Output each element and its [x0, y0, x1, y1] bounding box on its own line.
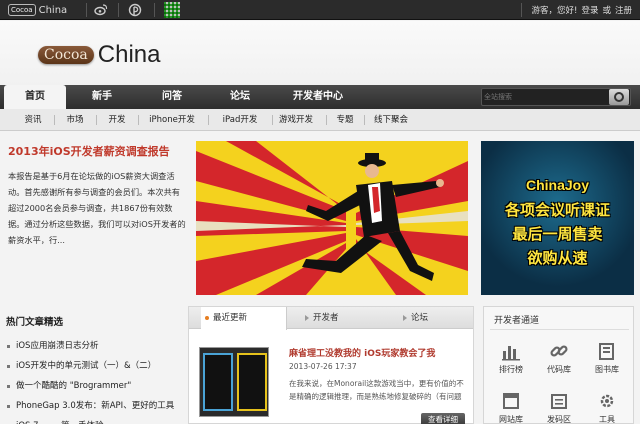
triangle-right-icon: [403, 315, 407, 321]
subnav-dev[interactable]: 开发: [100, 109, 134, 131]
gear-icon: [597, 391, 617, 411]
search-input[interactable]: [484, 90, 604, 104]
list-item[interactable]: iOS 7 —— 第一手体验: [4, 416, 182, 424]
link-icon: [549, 341, 569, 361]
subnav-market[interactable]: 市场: [58, 109, 92, 131]
news-title[interactable]: 麻省理工没教我的 iOS玩家教会了我: [289, 346, 435, 359]
dev-tools-label: 工具: [599, 415, 615, 424]
subnav-divider: [96, 115, 97, 125]
search-icon[interactable]: [609, 89, 629, 105]
running-man-illustration: [196, 141, 468, 295]
hot-articles-list: iOS应用崩溃日志分析 iOS开发中的单元测试（一）&（二） 做一个酷酷的 "B…: [4, 336, 182, 424]
featured-article-title[interactable]: 2013年iOS开发者薪资调查报告: [8, 143, 170, 159]
dev-rankings[interactable]: 排行榜: [492, 341, 530, 381]
dev-rankings-label: 排行榜: [499, 365, 523, 374]
game-screenshot-blue: [203, 353, 233, 411]
logo-cocoa: Cocoa: [38, 46, 94, 64]
tab-forum[interactable]: 论坛: [399, 307, 469, 329]
tab-latest-label: 最近更新: [213, 313, 248, 323]
dev-tools[interactable]: 工具: [588, 391, 626, 424]
subnav-game-dev[interactable]: 游戏开发: [272, 109, 320, 131]
topbar-logo[interactable]: Cocoa China: [8, 3, 67, 17]
game-screenshot-yellow: [237, 353, 267, 411]
subnav-divider: [138, 115, 139, 125]
dev-code-release[interactable]: 发码区: [540, 391, 578, 424]
featured-banner-image[interactable]: [196, 141, 468, 295]
dev-book-library-label: 图书库: [595, 365, 619, 374]
list-item[interactable]: PhoneGap 3.0发布：新API、更好的工具: [4, 396, 182, 416]
topbar-divider: [154, 3, 155, 17]
code-icon: [549, 391, 569, 411]
subnav-divider: [364, 115, 365, 125]
list-item[interactable]: iOS开发中的单元测试（一）&（二）: [4, 356, 182, 376]
main-nav: 首页 新手 问答 论坛 开发者中心: [0, 85, 640, 109]
tab-forum-label: 论坛: [411, 313, 429, 323]
nav-qa[interactable]: 问答: [144, 85, 200, 109]
subnav-meetups[interactable]: 线下聚会: [366, 109, 416, 131]
register-link[interactable]: 注册: [615, 4, 632, 16]
list-item[interactable]: iOS应用崩溃日志分析: [4, 336, 182, 356]
sub-nav: 资讯 市场 开发 iPhone开发 iPad开发 游戏开发 专题 线下聚会: [0, 109, 640, 131]
ad-line-4: 欲购从速: [527, 249, 588, 267]
news-date: 2013-07-26 17:37: [289, 362, 357, 371]
tab-latest[interactable]: 最近更新: [201, 307, 287, 330]
pinterest-icon[interactable]: [128, 3, 142, 17]
featured-article-summary: 本报告是基于6月在论坛做的iOS薪资大调查活动。首先感谢所有参与调查的会员们。本…: [8, 171, 186, 245]
topbar-divider: [520, 3, 522, 17]
qr-code-icon[interactable]: [164, 2, 180, 18]
triangle-right-icon: [305, 315, 309, 321]
or-text: 或: [602, 6, 611, 16]
hot-articles-heading: 热门文章精选: [6, 317, 64, 328]
topbar-divider: [118, 3, 119, 17]
top-bar: Cocoa China 游客，您好! 登录 或 注册: [0, 0, 640, 20]
book-icon: [597, 341, 617, 361]
subnav-divider: [326, 115, 327, 125]
subnav-topics[interactable]: 专题: [330, 109, 360, 131]
subnav-ipad-dev[interactable]: iPad开发: [212, 109, 268, 131]
divider: [490, 329, 629, 330]
updates-tab-bar: 最近更新 开发者 论坛: [189, 307, 473, 330]
topbar-logo-text: China: [38, 4, 68, 16]
dev-code-library[interactable]: 代码库: [540, 341, 578, 381]
nav-home[interactable]: 首页: [4, 85, 66, 109]
weibo-icon[interactable]: [94, 3, 108, 17]
subnav-iphone-dev[interactable]: iPhone开发: [142, 109, 202, 131]
dev-code-library-label: 代码库: [547, 365, 571, 374]
nav-developer-center[interactable]: 开发者中心: [276, 85, 360, 109]
dev-code-release-label: 发码区: [547, 415, 571, 424]
tab-developers-label: 开发者: [313, 313, 339, 323]
view-details-button[interactable]: 查看详细: [421, 413, 465, 424]
nav-forum[interactable]: 论坛: [212, 85, 268, 109]
active-dot-icon: [205, 316, 209, 320]
guest-greeting: 游客，您好!: [531, 6, 578, 16]
news-thumbnail[interactable]: [199, 347, 269, 417]
list-item[interactable]: 做一个酷酷的 "Brogrammer": [4, 376, 182, 396]
bar-chart-icon: [501, 341, 521, 361]
ad-line-2: 各项会议听课证: [504, 201, 610, 219]
developer-channel-heading: 开发者通道: [494, 316, 540, 326]
nav-beginner[interactable]: 新手: [74, 85, 130, 109]
site-logo[interactable]: Cocoa China: [38, 41, 160, 69]
subnav-news[interactable]: 资讯: [16, 109, 50, 131]
news-description: 在我来说，在Monorail这款游戏当中，更有价值的不是精确的逻辑推理，而是熟练…: [289, 379, 464, 401]
tab-developers[interactable]: 开发者: [301, 307, 381, 329]
site-search: [481, 88, 631, 106]
dev-site-library-label: 网站库: [499, 415, 523, 424]
topbar-logo-box: Cocoa: [8, 4, 36, 16]
subnav-divider: [208, 115, 209, 125]
login-link[interactable]: 登录: [581, 4, 598, 16]
chinajoy-ad-banner[interactable]: ChinaJoy 各项会议听课证 最后一周售卖 欲购从速: [481, 141, 634, 295]
site-header: Cocoa China: [0, 21, 640, 85]
dev-site-library[interactable]: 网站库: [492, 391, 530, 424]
logo-china: China: [97, 41, 161, 68]
ad-line-3: 最后一周售卖: [512, 225, 603, 243]
dev-book-library[interactable]: 图书库: [588, 341, 626, 381]
topbar-divider: [86, 3, 87, 17]
updates-panel: 最近更新 开发者 论坛 麻省理工没教我的 iOS玩家教会了我 2013-07-2…: [188, 306, 474, 424]
developer-channel-panel: 开发者通道 排行榜 代码库 图书库 网站库 发码区 工具: [483, 306, 634, 424]
user-links: 游客，您好! 登录 或 注册: [513, 0, 632, 20]
subnav-divider: [54, 115, 55, 125]
site-icon: [501, 391, 521, 411]
ad-line-1: ChinaJoy: [525, 177, 589, 193]
